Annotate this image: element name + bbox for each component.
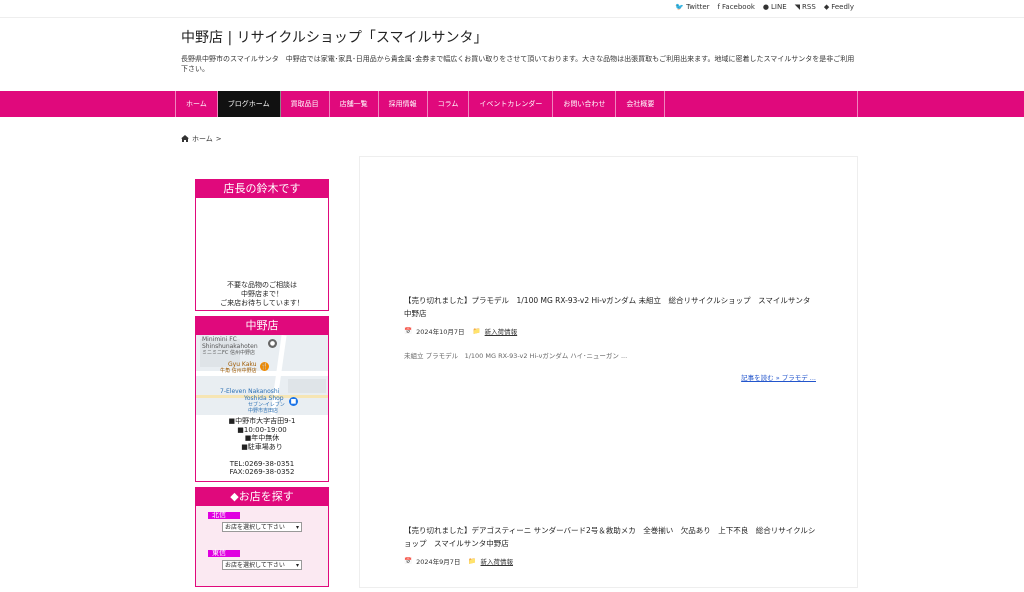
restaurant-pin-icon: 🍴 — [260, 362, 269, 371]
facebook-icon: f — [717, 3, 721, 11]
store-parking: ■駐車場あり — [241, 442, 283, 451]
manager-message-line: 不要な品物のご相談は — [227, 281, 297, 289]
post-meta: 📅 2024年10月7日 📁 新入荷情報 — [404, 326, 816, 336]
global-nav: ホーム ブログホーム 買取品目 店舗一覧 採用情報 コラム イベントカレンダー … — [0, 91, 1024, 117]
nav-menu: ホーム ブログホーム 買取品目 店舗一覧 採用情報 コラム イベントカレンダー … — [175, 91, 666, 117]
top-bar: 🐦 Twitter f Facebook ● LINE ◥ RSS ◆ Feedly — [0, 0, 1024, 18]
feedly-icon: ◆ — [823, 3, 830, 11]
post-title[interactable]: 【売り切れました】プラモデル 1/100 MG RX-93-v2 Hi-νガンダ… — [404, 294, 816, 320]
map-pin-icon: ● — [268, 339, 277, 348]
post-category[interactable]: 新入荷情報 — [481, 556, 514, 566]
manager-message-line: ご来店お待ちしています！ — [220, 299, 304, 307]
store-map[interactable]: Minimini FC Shinshunakahoten ミニミニFC 信州中野… — [196, 335, 328, 415]
social-facebook[interactable]: f Facebook — [718, 3, 755, 11]
social-line[interactable]: ● LINE — [763, 3, 787, 11]
nav-item-contact[interactable]: お問い合わせ — [553, 91, 617, 117]
nav-divider — [857, 91, 858, 117]
breadcrumb: ホーム > — [181, 134, 222, 144]
shop-pin-icon: ■ — [289, 397, 298, 406]
post-item: 【売り切れました】デアゴスティーニ サンダーバード2号＆救助メカ 全巻揃い 欠品… — [404, 524, 816, 566]
twitter-icon: 🐦 — [675, 3, 685, 11]
social-label: Twitter — [686, 3, 710, 11]
map-label: Minimini FC — [202, 336, 237, 343]
site-description: 長野県中野市のスマイルサンタ 中野店では家電･家具･日用品から貴金属･金券まで幅… — [181, 55, 855, 73]
breadcrumb-home-link[interactable]: ホーム — [192, 134, 213, 144]
folder-icon: 📁 — [468, 557, 477, 565]
store-widget: 中野店 Minimini FC Shinshunakahoten ミニミニFC … — [195, 316, 329, 482]
home-icon — [181, 134, 189, 144]
line-icon: ● — [762, 3, 770, 11]
nav-item-recruit[interactable]: 採用情報 — [379, 91, 428, 117]
chevron-down-icon: ▾ — [295, 561, 299, 569]
social-links: 🐦 Twitter f Facebook ● LINE ◥ RSS ◆ Feedly — [675, 3, 854, 11]
map-label: ミニミニFC 信州中野店 — [202, 350, 255, 356]
map-label: 中野市吉田店 — [248, 408, 279, 414]
social-label: Feedly — [831, 3, 854, 11]
post-date: 2024年9月7日 — [416, 558, 461, 566]
store-holidays: ■年中無休 — [244, 434, 280, 442]
manager-widget-title: 店長の鈴木です — [196, 180, 328, 198]
area-select-toshin[interactable]: お店を選択して下さい ▾ — [222, 559, 302, 570]
manager-message: 不要な品物のご相談は 中野店まで！ ご来店お待ちしています！ — [196, 281, 328, 308]
store-info-spacer — [196, 451, 328, 460]
nav-item-blog-home[interactable]: ブログホーム — [217, 91, 281, 117]
nav-item-home[interactable]: ホーム — [176, 91, 218, 117]
area-select-hokushin[interactable]: お店を選択して下さい ▾ — [222, 521, 302, 532]
store-widget-title: 中野店 — [196, 317, 328, 335]
calendar-icon: 📅 — [404, 557, 413, 565]
store-fax: FAX:0269-38-0352 — [229, 468, 295, 476]
manager-widget-body: 不要な品物のご相談は 中野店まで！ ご来店お待ちしています！ — [196, 198, 328, 310]
post-category[interactable]: 新入荷情報 — [485, 326, 518, 336]
social-label: RSS — [802, 3, 816, 11]
store-finder-body: 北信 お店を選択して下さい ▾ 東信 お店を選択して下さい ▾ — [196, 505, 328, 586]
post-title[interactable]: 【売り切れました】デアゴスティーニ サンダーバード2号＆救助メカ 全巻揃い 欠品… — [404, 524, 816, 550]
manager-widget: 店長の鈴木です 不要な品物のご相談は 中野店まで！ ご来店お待ちしています！ — [195, 179, 329, 311]
site-header: 中野店 | リサイクルショップ「スマイルサンタ」 長野県中野市のスマイルサンタ … — [0, 18, 1024, 91]
site-title[interactable]: 中野店 | リサイクルショップ「スマイルサンタ」 — [181, 27, 488, 47]
area-label-hokushin: 北信 — [208, 511, 240, 519]
social-feedly[interactable]: ◆ Feedly — [824, 3, 854, 11]
nav-item-purchase-items[interactable]: 買取品目 — [281, 91, 330, 117]
nav-item-company[interactable]: 会社概要 — [616, 91, 666, 117]
store-hours: ■10:00-19:00 — [237, 425, 287, 434]
post-date: 2024年10月7日 — [416, 328, 465, 336]
store-tel[interactable]: TEL:0269-38-0351 — [196, 460, 328, 469]
map-label: Yoshida Shop — [244, 395, 284, 402]
social-rss[interactable]: ◥ RSS — [795, 3, 816, 11]
social-twitter[interactable]: 🐦 Twitter — [675, 3, 709, 11]
calendar-icon: 📅 — [404, 327, 413, 335]
nav-item-event-calendar[interactable]: イベントカレンダー — [469, 91, 554, 117]
rss-icon: ◥ — [794, 3, 801, 11]
nav-item-column[interactable]: コラム — [428, 91, 470, 117]
select-value: お店を選択して下さい — [225, 523, 285, 531]
social-label: LINE — [771, 3, 787, 11]
store-finder-title: ◆お店を探す — [196, 487, 328, 506]
nav-item-store-list[interactable]: 店舗一覧 — [330, 91, 379, 117]
store-address: ■中野市大字吉田9-1 — [228, 417, 296, 425]
read-more-link[interactable]: 記事を読む » プラモデ ... — [404, 372, 816, 382]
store-finder-widget: ◆お店を探す 北信 お店を選択して下さい ▾ 東信 お店を選択して下さい ▾ — [195, 486, 329, 587]
map-label: Gyu Kaku — [228, 361, 257, 368]
store-info: ■中野市大字吉田9-1 ■10:00-19:00 ■年中無休 ■駐車場あり TE… — [196, 415, 328, 481]
map-label: Shinshunakahoten — [202, 343, 258, 350]
post-item: 【売り切れました】プラモデル 1/100 MG RX-93-v2 Hi-νガンダ… — [404, 294, 816, 382]
post-meta: 📅 2024年9月7日 📁 新入荷情報 — [404, 556, 816, 566]
social-label: Facebook — [722, 3, 755, 11]
sidebar: 店長の鈴木です 不要な品物のご相談は 中野店まで！ ご来店お待ちしています！ 中… — [195, 179, 329, 592]
folder-icon: 📁 — [472, 327, 481, 335]
post-excerpt: 未組立 プラモデル 1/100 MG RX-93-v2 Hi-νガンダム ハイ･… — [404, 352, 628, 360]
main-content: 【売り切れました】プラモデル 1/100 MG RX-93-v2 Hi-νガンダ… — [359, 156, 858, 588]
breadcrumb-separator: > — [215, 135, 222, 143]
map-label: 牛角 信州中野店 — [220, 368, 257, 374]
area-label-toshin: 東信 — [208, 549, 240, 557]
map-label: 7-Eleven Nakanoshi — [220, 388, 280, 395]
select-value: お店を選択して下さい — [225, 561, 285, 569]
chevron-down-icon: ▾ — [295, 523, 299, 531]
manager-message-line: 中野店まで！ — [241, 290, 283, 298]
